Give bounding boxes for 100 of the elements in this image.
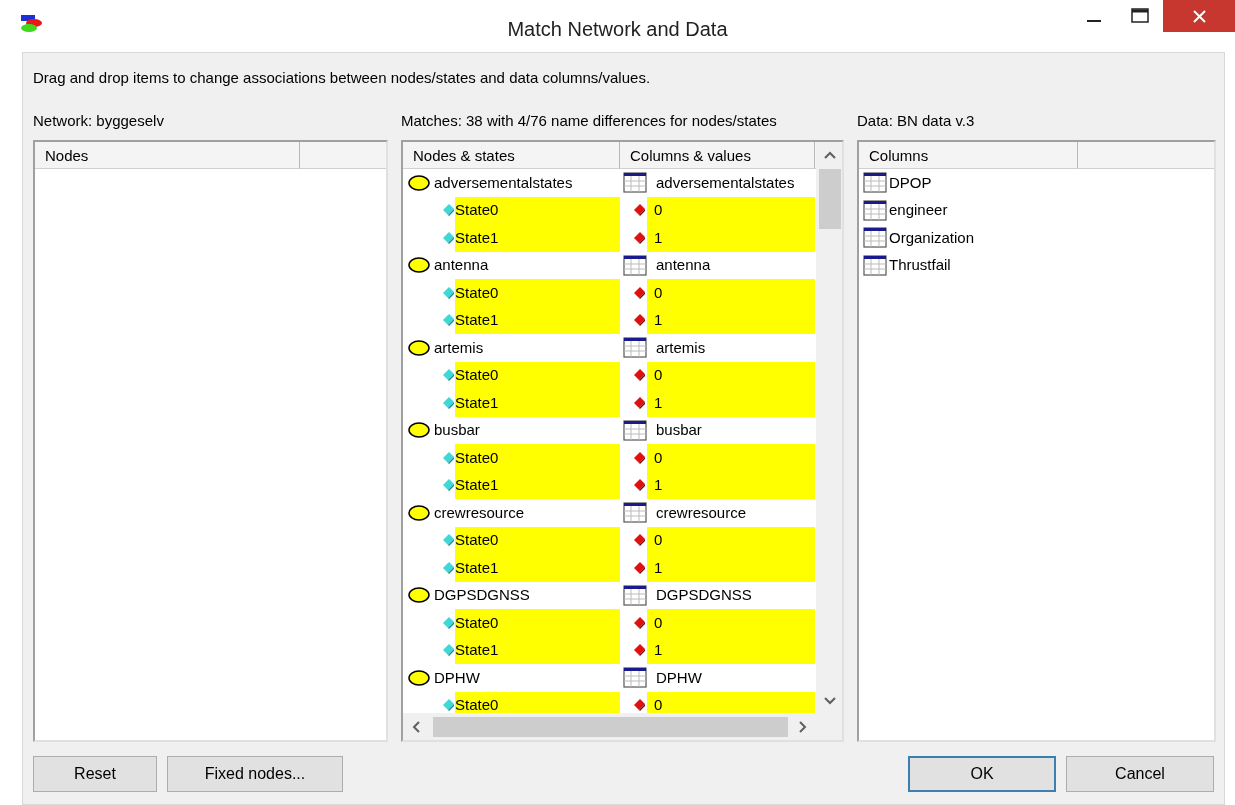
- column-name[interactable]: adversementalstates: [656, 171, 795, 194]
- state-value[interactable]: 1: [647, 306, 815, 334]
- node-name[interactable]: antenna: [434, 254, 489, 277]
- state-value[interactable]: 0: [647, 526, 815, 554]
- gem-icon: [633, 230, 646, 245]
- column-item[interactable]: DPOP: [889, 171, 932, 194]
- state-value[interactable]: 1: [647, 554, 815, 582]
- gem-icon: [633, 285, 646, 300]
- table-icon: [863, 199, 887, 221]
- panel-label: Data: BN data v.3: [857, 111, 975, 129]
- node-name[interactable]: DGPSDGNSS: [434, 584, 530, 607]
- gem-icon: [633, 395, 646, 410]
- state-name[interactable]: State1: [455, 224, 620, 252]
- gem-icon: [442, 615, 455, 630]
- node-name[interactable]: adversementalstates: [434, 171, 573, 194]
- column-name[interactable]: antenna: [656, 254, 711, 277]
- state-value[interactable]: 0: [647, 279, 815, 307]
- state-name[interactable]: State0: [455, 526, 620, 554]
- gem-icon: [442, 368, 455, 383]
- gem-icon: [442, 450, 455, 465]
- state-value[interactable]: 1: [647, 471, 815, 499]
- gem-icon: [442, 285, 455, 300]
- state-value[interactable]: 0: [647, 609, 815, 637]
- gem-icon: [442, 230, 455, 245]
- cancel-button[interactable]: Cancel: [1066, 756, 1214, 792]
- ok-button[interactable]: OK: [908, 756, 1056, 792]
- gem-icon: [633, 203, 646, 218]
- column-name[interactable]: artemis: [656, 336, 706, 359]
- gem-icon: [633, 560, 646, 575]
- scroll-right-icon: [796, 720, 808, 733]
- node-name[interactable]: artemis: [434, 336, 484, 359]
- column-item[interactable]: Organization: [889, 226, 975, 249]
- column-name[interactable]: DPHW: [656, 666, 702, 689]
- table-icon: [623, 254, 647, 276]
- column-item[interactable]: engineer: [889, 199, 948, 222]
- state-value[interactable]: 0: [647, 444, 815, 472]
- ellipse-icon: [408, 669, 430, 686]
- column-name[interactable]: DGPSDGNSS: [656, 584, 752, 607]
- ellipse-icon: [408, 504, 430, 521]
- column-header[interactable]: Nodes: [35, 142, 300, 169]
- ellipse-icon: [408, 422, 430, 439]
- table-icon: [623, 502, 647, 524]
- column-header[interactable]: Columns & values: [620, 142, 815, 169]
- table-icon: [623, 337, 647, 359]
- gem-icon: [633, 368, 646, 383]
- fixed-nodes-button[interactable]: Fixed nodes...: [167, 756, 343, 792]
- state-name[interactable]: State0: [455, 609, 620, 637]
- ellipse-icon: [408, 339, 430, 356]
- close-button[interactable]: [1163, 0, 1235, 32]
- state-name[interactable]: State0: [455, 196, 620, 224]
- gem-icon: [442, 533, 455, 548]
- reset-button[interactable]: Reset: [33, 756, 157, 792]
- state-name[interactable]: State1: [455, 636, 620, 664]
- horizontal-scrollbar[interactable]: [403, 713, 816, 740]
- column-header[interactable]: Columns: [859, 142, 1078, 169]
- column-name[interactable]: busbar: [656, 419, 702, 442]
- state-name[interactable]: State1: [455, 306, 620, 334]
- table-icon: [623, 667, 647, 689]
- gem-icon: [633, 478, 646, 493]
- column-header[interactable]: Nodes & states: [403, 142, 620, 169]
- window-title: Match Network and Data: [507, 17, 728, 42]
- state-name[interactable]: State1: [455, 389, 620, 417]
- node-name[interactable]: DPHW: [434, 666, 480, 689]
- maximize-icon: [1131, 7, 1149, 23]
- state-value[interactable]: 0: [647, 691, 815, 713]
- ellipse-icon: [408, 257, 430, 274]
- vertical-scrollbar[interactable]: [816, 142, 842, 713]
- gem-icon: [633, 533, 646, 548]
- node-name[interactable]: crewresource: [434, 501, 525, 524]
- state-value[interactable]: 1: [647, 636, 815, 664]
- gem-icon: [633, 643, 646, 658]
- instruction-text: Drag and drop items to change associations between nodes/states and data columns/values.: [33, 68, 652, 88]
- state-value[interactable]: 0: [647, 361, 815, 389]
- ellipse-icon: [408, 587, 430, 604]
- gem-icon: [633, 698, 646, 713]
- gem-icon: [442, 560, 455, 575]
- state-name[interactable]: State0: [455, 691, 620, 713]
- state-value[interactable]: 1: [647, 224, 815, 252]
- panel-label: Matches: 38 with 4/76 name differences for nodes/states: [401, 111, 777, 129]
- state-name[interactable]: State0: [455, 279, 620, 307]
- scrollbar-thumb[interactable]: [433, 716, 788, 737]
- node-name[interactable]: busbar: [434, 419, 480, 442]
- gem-icon: [442, 203, 455, 218]
- state-value[interactable]: 1: [647, 389, 815, 417]
- gem-icon: [442, 698, 455, 713]
- state-name[interactable]: State0: [455, 444, 620, 472]
- table-icon: [623, 172, 647, 194]
- scrollbar-thumb[interactable]: [819, 169, 841, 229]
- state-name[interactable]: State1: [455, 471, 620, 499]
- gem-icon: [442, 478, 455, 493]
- column-name[interactable]: crewresource: [656, 501, 747, 524]
- gem-icon: [633, 450, 646, 465]
- state-name[interactable]: State0: [455, 361, 620, 389]
- gem-icon: [633, 615, 646, 630]
- app-logo-icon: [20, 13, 43, 33]
- state-value[interactable]: 0: [647, 196, 815, 224]
- state-name[interactable]: State1: [455, 554, 620, 582]
- close-icon: [1192, 9, 1206, 23]
- column-item[interactable]: Thrustfail: [889, 254, 951, 277]
- table-icon: [863, 254, 887, 276]
